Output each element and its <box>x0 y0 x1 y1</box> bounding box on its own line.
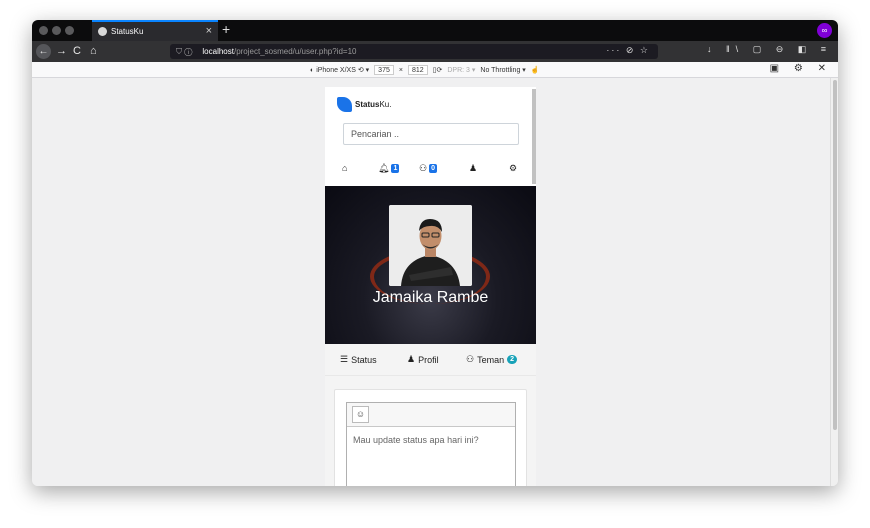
shield-icon: ⛉ ⓘ <box>176 46 193 56</box>
home-button[interactable]: ⌂ <box>90 44 97 59</box>
status-composer[interactable]: ☺ Mau update status apa hari ini? <box>346 402 516 486</box>
home-icon: ⌂ <box>342 163 348 173</box>
site-header: StatusKu. Pencarian .. ⌂ 🔔︎ 1 ⚇ 0 ♟ ⚙ <box>325 87 536 186</box>
leaf-logo-icon <box>337 97 352 112</box>
friend-count-badge: 2 <box>507 355 517 364</box>
nav-notifications[interactable]: 🔔︎ 1 <box>378 163 400 174</box>
window-close-dot[interactable] <box>39 26 48 35</box>
width-input[interactable]: 375 <box>374 65 394 75</box>
nav-profile[interactable]: ♟ <box>469 163 477 174</box>
profile-tabs: ☰ Status ♟ Profil ⚇ Teman 2 <box>325 344 536 376</box>
user-icon: ♟ <box>469 163 478 173</box>
nav-home[interactable]: ⌂ <box>342 163 347 173</box>
browser-tab[interactable]: StatusKu × <box>92 20 218 41</box>
status-input[interactable]: Mau update status apa hari ini? <box>353 435 479 445</box>
responsive-design-toolbar: ◐ iPhone X/XS ⟲ ▾ 375 × 812 ▯⟳ DPR: 3 ▾ … <box>32 62 838 78</box>
back-button[interactable]: ← <box>36 44 51 59</box>
header-scrollbar[interactable] <box>532 89 536 184</box>
tab-profil-label: Profil <box>418 354 439 365</box>
profile-photo[interactable] <box>389 205 472 286</box>
throttling-selector[interactable]: No Throttling ▾ <box>480 66 525 74</box>
profile-name: Jamaika Rambe <box>372 289 489 306</box>
composer-toolbar: ☺ <box>347 403 515 427</box>
rdm-right-icons[interactable]: ▣ ⚙ ✕ <box>770 63 832 74</box>
tab-teman-label: Teman <box>477 354 505 365</box>
list-icon: ☰ <box>340 354 349 364</box>
tab-favicon-icon <box>98 27 107 36</box>
browser-window: StatusKu × + ∞ ← → C ⌂ ⛉ ⓘ localhost /pr… <box>32 20 838 486</box>
device-selector[interactable]: ◐ iPhone X/XS ⟲ ▾ <box>310 66 369 74</box>
users-icon: ⚇ <box>466 354 475 364</box>
nav-settings[interactable]: ⚙ <box>509 163 517 174</box>
mobile-page: StatusKu. Pencarian .. ⌂ 🔔︎ 1 ⚇ 0 ♟ ⚙ Ja… <box>325 87 536 486</box>
tab-status[interactable]: ☰ Status <box>340 354 377 365</box>
forward-button[interactable]: → <box>56 44 67 59</box>
dimension-separator: × <box>398 66 403 74</box>
private-browsing-icon[interactable]: ∞ <box>817 23 832 38</box>
tab-close-icon[interactable]: × <box>206 25 212 37</box>
toolbar-icons[interactable]: ↓ ‖\ ▢ ⊖ ◧ ≡ <box>707 44 832 55</box>
search-input[interactable]: Pencarian .. <box>343 123 519 145</box>
tab-title: StatusKu <box>111 27 144 36</box>
page-viewport: StatusKu. Pencarian .. ⌂ 🔔︎ 1 ⚇ 0 ♟ ⚙ Ja… <box>32 78 838 486</box>
page-actions[interactable]: ··· ⊘ ☆ <box>606 45 650 56</box>
title-bar: StatusKu × + ∞ <box>32 20 838 41</box>
rotate-icon[interactable]: ▯⟳ <box>433 66 443 74</box>
window-minimize-dot[interactable] <box>52 26 61 35</box>
url-path: /project_sosmed/u/user.php?id=10 <box>233 47 357 56</box>
tab-status-label: Status <box>351 354 377 365</box>
tab-teman[interactable]: ⚇ Teman 2 <box>466 354 517 365</box>
emoji-icon[interactable]: ☺ <box>352 406 369 423</box>
dpr-selector[interactable]: DPR: 3 ▾ <box>447 66 475 74</box>
viewport-scrollbar[interactable] <box>830 78 838 486</box>
users-icon: ⚇ <box>419 163 428 173</box>
status-card: ☺ Mau update status apa hari ini? <box>334 389 527 486</box>
tab-profil[interactable]: ♟ Profil <box>407 354 439 365</box>
notification-badge: 1 <box>391 164 400 173</box>
user-icon: ♟ <box>407 354 416 364</box>
touch-simulation-icon[interactable]: ☝ <box>531 66 540 74</box>
brand-name[interactable]: StatusKu. <box>355 100 391 109</box>
person-photo-icon <box>389 205 472 286</box>
nav-friend-requests[interactable]: ⚇ 0 <box>419 163 437 174</box>
nav-toolbar: ← → C ⌂ ⛉ ⓘ localhost /project_sosmed/u/… <box>32 41 838 62</box>
friend-request-badge: 0 <box>429 164 437 173</box>
gear-icon: ⚙ <box>509 163 518 173</box>
reload-button[interactable]: C <box>73 44 81 59</box>
url-host: localhost <box>202 47 234 56</box>
url-bar[interactable]: ⛉ ⓘ localhost /project_sosmed/u/user.php… <box>170 44 658 59</box>
profile-cover: Jamaika Rambe <box>325 186 536 344</box>
new-tab-button[interactable]: + <box>222 21 230 37</box>
window-zoom-dot[interactable] <box>65 26 74 35</box>
height-input[interactable]: 812 <box>407 65 428 75</box>
bell-icon: 🔔︎ <box>378 163 390 173</box>
